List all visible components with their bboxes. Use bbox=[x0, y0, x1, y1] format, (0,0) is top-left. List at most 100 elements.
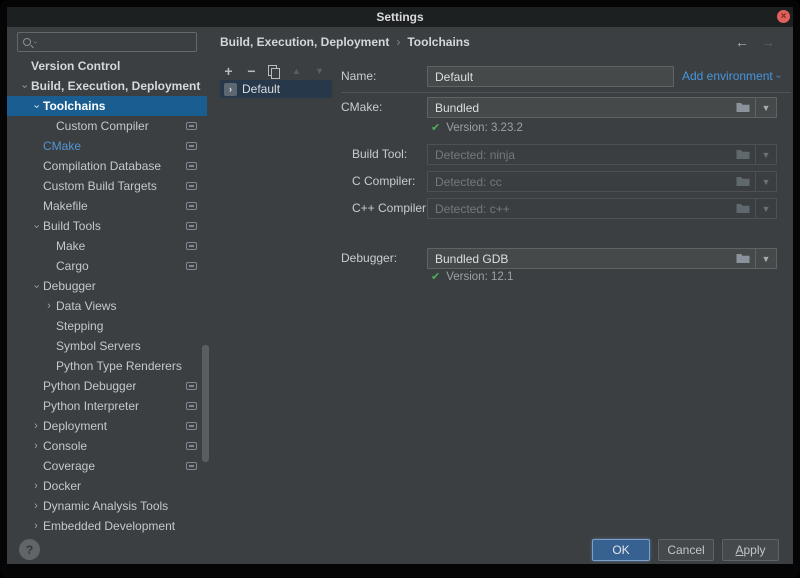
screen-icon bbox=[186, 462, 197, 470]
close-button[interactable]: × bbox=[777, 10, 790, 23]
c-compiler-label: C Compiler: bbox=[352, 174, 415, 188]
sidebar-item-python-type-renderers[interactable]: Python Type Renderers bbox=[7, 356, 207, 376]
sidebar-item-docker[interactable]: › Docker bbox=[7, 476, 207, 496]
build-tool-combobox: Detected: ninja ▼ bbox=[427, 144, 777, 165]
sidebar-item-deployment[interactable]: › Deployment bbox=[7, 416, 207, 436]
folder-browse-icon[interactable] bbox=[731, 102, 755, 113]
toolchain-icon: › bbox=[224, 83, 237, 96]
screen-icon bbox=[186, 402, 197, 410]
chevron-down-icon[interactable]: ▼ bbox=[755, 249, 776, 268]
search-icon bbox=[23, 38, 31, 46]
chevron-down-icon: ▼ bbox=[755, 199, 776, 218]
toolchain-list-toolbar: + − ▲ ▼ bbox=[222, 63, 337, 79]
name-label: Name: bbox=[341, 69, 376, 83]
build-tool-label: Build Tool: bbox=[352, 147, 407, 161]
chevron-down-icon[interactable]: › bbox=[31, 220, 42, 232]
move-up-button: ▲ bbox=[290, 64, 303, 78]
chevron-down-icon[interactable]: › bbox=[31, 280, 42, 292]
sidebar-item-cmake[interactable]: CMake bbox=[7, 136, 207, 156]
close-icon: × bbox=[781, 12, 787, 22]
screen-icon bbox=[186, 422, 197, 430]
search-input[interactable] bbox=[36, 34, 196, 50]
screen-icon bbox=[186, 242, 197, 250]
c-compiler-combobox: Detected: cc ▼ bbox=[427, 171, 777, 192]
breadcrumb-item-current[interactable]: Toolchains bbox=[407, 35, 469, 49]
sidebar-item-coverage[interactable]: Coverage bbox=[7, 456, 207, 476]
apply-button[interactable]: Apply bbox=[722, 539, 779, 561]
copy-toolchain-button[interactable] bbox=[268, 65, 280, 78]
breadcrumb-separator: › bbox=[396, 35, 400, 49]
ok-button[interactable]: OK bbox=[592, 539, 650, 561]
sidebar-item-symbol-servers[interactable]: Symbol Servers bbox=[7, 336, 207, 356]
chevron-down-icon: › bbox=[773, 74, 784, 77]
sidebar-item-build-tools[interactable]: › Build Tools bbox=[7, 216, 207, 236]
sidebar-item-cargo[interactable]: Cargo bbox=[7, 256, 207, 276]
sidebar-item-custom-compiler[interactable]: Custom Compiler bbox=[7, 116, 207, 136]
sidebar-item-dynamic-analysis-tools[interactable]: › Dynamic Analysis Tools bbox=[7, 496, 207, 516]
sidebar-item-custom-build-targets[interactable]: Custom Build Targets bbox=[7, 176, 207, 196]
cmake-combobox[interactable]: Bundled ▼ bbox=[427, 97, 777, 118]
cpp-compiler-combobox: Detected: c++ ▼ bbox=[427, 198, 777, 219]
screen-icon bbox=[186, 222, 197, 230]
sidebar-item-debugger[interactable]: › Debugger bbox=[7, 276, 207, 296]
form-divider bbox=[341, 92, 791, 93]
screen-icon bbox=[186, 382, 197, 390]
sidebar-item-console[interactable]: › Console bbox=[7, 436, 207, 456]
cmake-label: CMake: bbox=[341, 100, 382, 114]
title-bar: Settings bbox=[7, 7, 793, 27]
screen-icon bbox=[186, 442, 197, 450]
cmake-version-status: ✔ Version: 3.23.2 bbox=[431, 122, 523, 134]
debugger-label: Debugger: bbox=[341, 251, 397, 265]
chevron-right-icon[interactable]: › bbox=[43, 301, 55, 312]
sidebar-item-data-views[interactable]: › Data Views bbox=[7, 296, 207, 316]
debugger-version-status: ✔ Version: 12.1 bbox=[431, 271, 513, 283]
forward-arrow-icon: → bbox=[761, 34, 775, 50]
debugger-combobox[interactable]: Bundled GDB ▼ bbox=[427, 248, 777, 269]
settings-tree: Version Control › Build, Execution, Depl… bbox=[7, 56, 207, 536]
screen-frame: Settings × › Build, Execution, Deploymen… bbox=[0, 0, 800, 578]
screen-icon bbox=[186, 202, 197, 210]
add-toolchain-button[interactable]: + bbox=[222, 64, 235, 78]
screen-icon bbox=[186, 122, 197, 130]
toolchain-name-input[interactable] bbox=[427, 66, 674, 87]
chevron-right-icon[interactable]: › bbox=[30, 421, 42, 432]
sidebar-item-version-control[interactable]: Version Control bbox=[7, 56, 207, 76]
add-environment-link[interactable]: Add environment › bbox=[682, 69, 780, 83]
window-title: Settings bbox=[376, 10, 423, 24]
chevron-down-icon[interactable]: › bbox=[19, 80, 30, 92]
chevron-down-icon: ▼ bbox=[755, 172, 776, 191]
sidebar-item-python-debugger[interactable]: Python Debugger bbox=[7, 376, 207, 396]
screen-icon bbox=[186, 182, 197, 190]
sidebar-item-compilation-database[interactable]: Compilation Database bbox=[7, 156, 207, 176]
move-down-button: ▼ bbox=[313, 64, 326, 78]
breadcrumb-item-parent[interactable]: Build, Execution, Deployment bbox=[220, 35, 389, 49]
chevron-down-icon: ▼ bbox=[755, 145, 776, 164]
check-icon: ✔ bbox=[431, 271, 440, 283]
sidebar-item-embedded-development[interactable]: › Embedded Development bbox=[7, 516, 207, 536]
sidebar-item-makefile[interactable]: Makefile bbox=[7, 196, 207, 216]
folder-browse-icon bbox=[731, 149, 755, 160]
sidebar-item-toolchains[interactable]: › Toolchains bbox=[7, 96, 207, 116]
sidebar-item-build-execution-deployment[interactable]: › Build, Execution, Deployment bbox=[7, 76, 207, 96]
check-icon: ✔ bbox=[431, 122, 440, 134]
sidebar-scrollbar[interactable] bbox=[202, 345, 209, 462]
search-history-chevron-icon[interactable]: › bbox=[32, 41, 39, 43]
help-button[interactable]: ? bbox=[19, 539, 40, 560]
chevron-right-icon[interactable]: › bbox=[30, 521, 42, 532]
chevron-right-icon[interactable]: › bbox=[30, 501, 42, 512]
toolchain-list-item-default[interactable]: › Default bbox=[220, 80, 332, 98]
chevron-down-icon[interactable]: › bbox=[31, 100, 42, 112]
chevron-down-icon[interactable]: ▼ bbox=[755, 98, 776, 117]
cpp-compiler-label: C++ Compiler: bbox=[352, 201, 429, 215]
sidebar-item-stepping[interactable]: Stepping bbox=[7, 316, 207, 336]
back-arrow-icon[interactable]: ← bbox=[735, 34, 749, 50]
chevron-right-icon[interactable]: › bbox=[30, 441, 42, 452]
chevron-right-icon[interactable]: › bbox=[30, 481, 42, 492]
screen-icon bbox=[186, 262, 197, 270]
sidebar-item-python-interpreter[interactable]: Python Interpreter bbox=[7, 396, 207, 416]
sidebar-item-make[interactable]: Make bbox=[7, 236, 207, 256]
cancel-button[interactable]: Cancel bbox=[658, 539, 714, 561]
remove-toolchain-button[interactable]: − bbox=[245, 64, 258, 78]
settings-search-field[interactable]: › bbox=[17, 32, 197, 52]
folder-browse-icon[interactable] bbox=[731, 253, 755, 264]
